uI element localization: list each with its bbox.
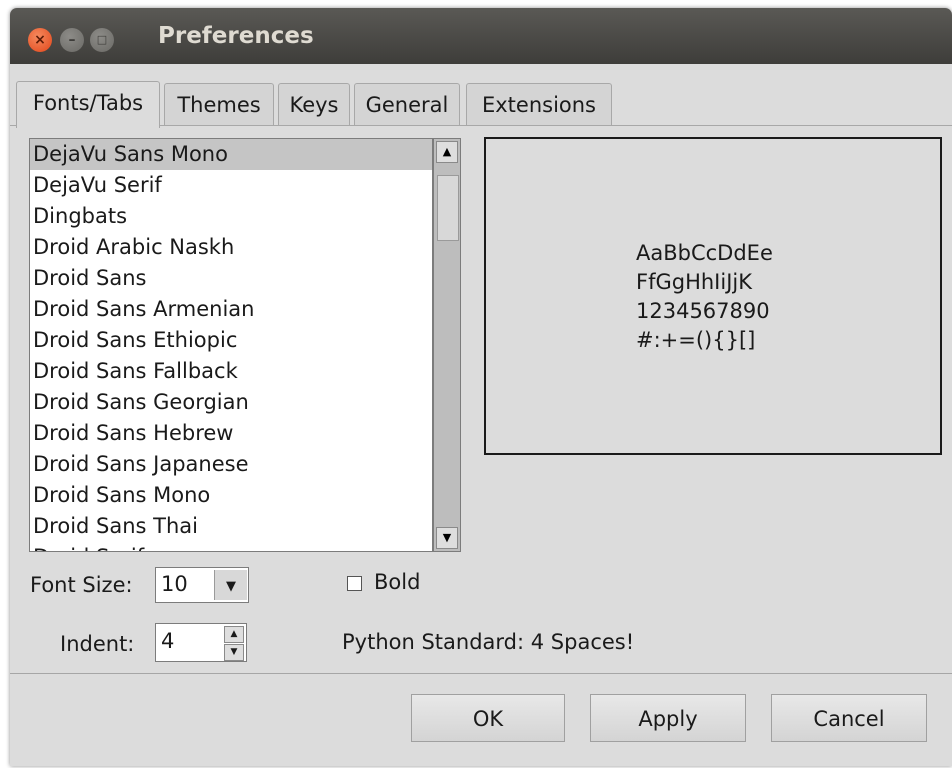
window-title: Preferences — [158, 23, 314, 49]
font-list-item[interactable]: Droid Sans Thai — [30, 511, 432, 542]
indent-label: Indent: — [60, 632, 135, 656]
font-size-label: Font Size: — [30, 573, 133, 597]
cancel-button[interactable]: Cancel — [771, 694, 927, 742]
tab-fonts-tabs[interactable]: Fonts/Tabs — [16, 81, 160, 128]
chevron-down-icon[interactable]: ▼ — [214, 570, 247, 600]
font-list-item[interactable]: Droid Arabic Naskh — [30, 232, 432, 263]
font-list-item[interactable]: Droid Sans Hebrew — [30, 418, 432, 449]
close-icon[interactable]: × — [28, 28, 52, 52]
titlebar[interactable]: × – □ Preferences — [10, 8, 952, 64]
bold-label: Bold — [374, 570, 421, 594]
font-list-item[interactable]: Droid Sans Georgian — [30, 387, 432, 418]
sample-line: #:+=(){}[] — [636, 328, 756, 352]
button-separator — [10, 673, 952, 674]
tab-extensions[interactable]: Extensions — [466, 83, 612, 125]
font-list-item[interactable]: Droid Serif — [30, 542, 432, 551]
tab-themes[interactable]: Themes — [164, 83, 274, 125]
tab-general[interactable]: General — [354, 83, 460, 125]
minimize-icon[interactable]: – — [60, 28, 84, 52]
font-list-item[interactable]: DejaVu Sans Mono — [30, 139, 432, 170]
indent-hint: Python Standard: 4 Spaces! — [342, 630, 635, 654]
indent-spinbox[interactable]: 4 ▲ ▼ — [155, 623, 247, 662]
sample-text: AaBbCcDdEe FfGgHhIiJjK 1234567890 #:+=()… — [636, 239, 773, 355]
indent-stepper[interactable]: ▲ ▼ — [224, 626, 244, 661]
font-list-item[interactable]: Droid Sans — [30, 263, 432, 294]
tab-keys[interactable]: Keys — [278, 83, 350, 125]
bold-checkbox[interactable] — [347, 576, 362, 591]
font-list-item[interactable]: Dingbats — [30, 201, 432, 232]
font-list-item[interactable]: Droid Sans Ethiopic — [30, 325, 432, 356]
font-list-item[interactable]: DejaVu Serif — [30, 170, 432, 201]
font-size-value: 10 — [161, 572, 188, 596]
sample-line: 1234567890 — [636, 299, 770, 323]
spin-up-icon[interactable]: ▲ — [224, 626, 244, 643]
font-size-select[interactable]: 10 ▼ — [155, 567, 249, 603]
font-list[interactable]: DejaVu Sans Mono DejaVu Serif Dingbats D… — [29, 138, 433, 552]
ok-button[interactable]: OK — [411, 694, 565, 742]
font-list-item[interactable]: Droid Sans Japanese — [30, 449, 432, 480]
scrollbar-thumb[interactable] — [437, 175, 459, 241]
maximize-icon[interactable]: □ — [90, 28, 114, 52]
scroll-down-icon[interactable]: ▼ — [436, 527, 458, 549]
apply-button[interactable]: Apply — [590, 694, 746, 742]
scroll-up-icon[interactable]: ▲ — [436, 141, 458, 163]
font-list-item[interactable]: Droid Sans Fallback — [30, 356, 432, 387]
indent-value: 4 — [161, 629, 175, 653]
font-list-item[interactable]: Droid Sans Mono — [30, 480, 432, 511]
sample-line: AaBbCcDdEe — [636, 241, 773, 265]
preferences-window: × – □ Preferences Fonts/Tabs Themes Keys… — [10, 8, 952, 766]
sample-line: FfGgHhIiJjK — [636, 270, 753, 294]
spin-down-icon[interactable]: ▼ — [224, 644, 244, 661]
font-list-scrollbar[interactable]: ▲ ▼ — [433, 138, 461, 552]
font-sample-preview: AaBbCcDdEe FfGgHhIiJjK 1234567890 #:+=()… — [484, 137, 942, 455]
font-list-item[interactable]: Droid Sans Armenian — [30, 294, 432, 325]
